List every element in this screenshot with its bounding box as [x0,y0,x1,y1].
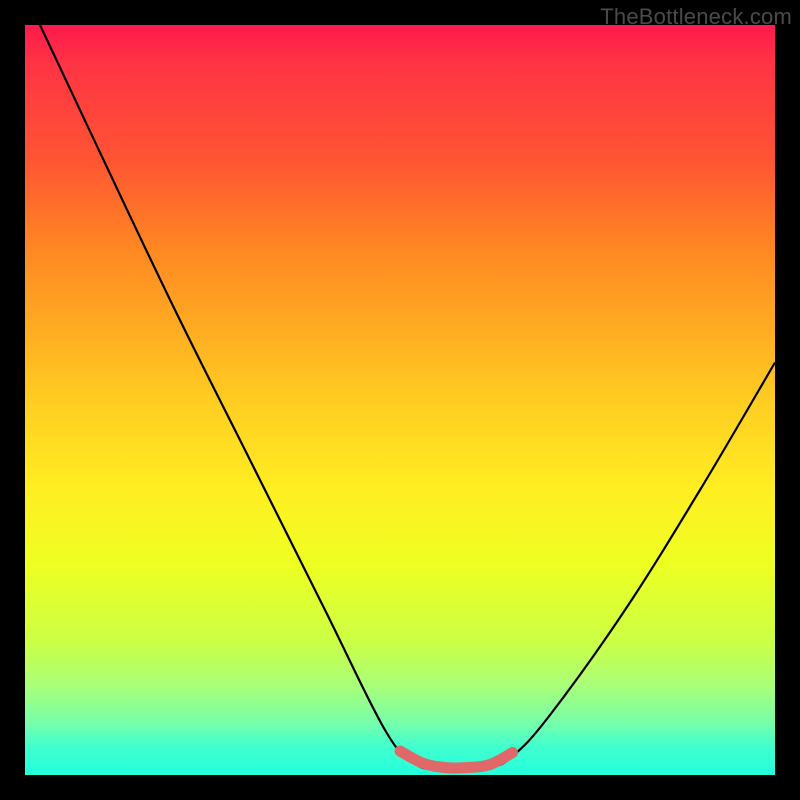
optimal-band-path [400,751,513,768]
watermark-text: TheBottleneck.com [600,4,792,30]
bottleneck-curve-path [40,25,775,769]
chart-svg [25,25,775,775]
chart-plot-area [25,25,775,775]
